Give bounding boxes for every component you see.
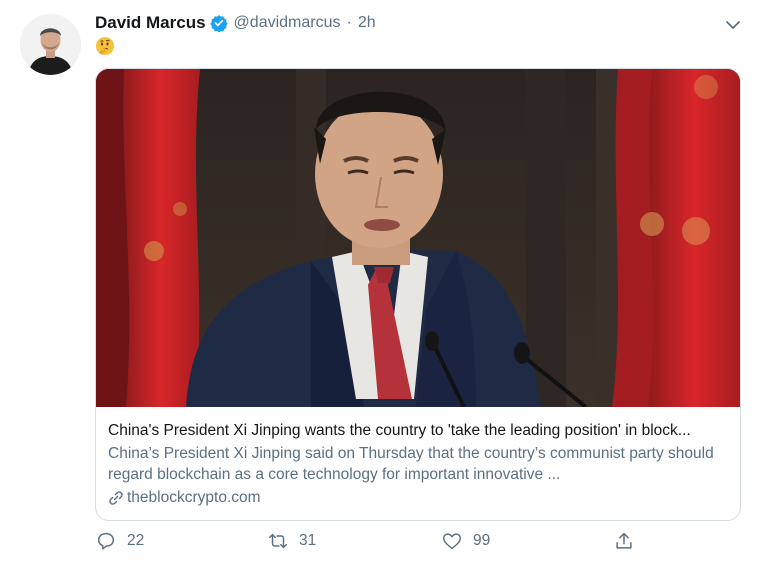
reply-count: 22 bbox=[127, 532, 145, 549]
retweet-count: 31 bbox=[299, 532, 317, 549]
author-name[interactable]: David Marcus bbox=[95, 13, 206, 33]
card-text[interactable]: China's President Xi Jinping wants the c… bbox=[108, 421, 728, 508]
avatar-image bbox=[20, 14, 81, 75]
card-image[interactable] bbox=[96, 69, 740, 407]
like-button[interactable]: 99 bbox=[441, 530, 490, 552]
tweet-actions: 22 31 99 bbox=[95, 530, 655, 558]
separator-dot: · bbox=[346, 14, 352, 31]
reply-icon bbox=[97, 532, 115, 550]
more-options-chevron-down-icon[interactable] bbox=[722, 14, 744, 36]
thinking-face-emoji bbox=[95, 36, 115, 56]
link-preview-card[interactable]: China's President Xi Jinping wants the c… bbox=[95, 68, 741, 521]
card-title[interactable]: China's President Xi Jinping wants the c… bbox=[108, 421, 728, 441]
avatar[interactable] bbox=[20, 14, 81, 75]
card-domain[interactable]: theblockcrypto.com bbox=[108, 487, 728, 508]
retweet-button[interactable]: 31 bbox=[267, 530, 316, 552]
tweet-timestamp[interactable]: 2h bbox=[358, 14, 376, 32]
author-handle[interactable]: @davidmarcus bbox=[234, 14, 341, 32]
heart-icon bbox=[443, 533, 461, 550]
verified-badge-icon bbox=[209, 14, 228, 33]
like-count: 99 bbox=[473, 532, 491, 549]
share-icon bbox=[616, 532, 632, 549]
card-description: China’s President Xi Jinping said on Thu… bbox=[108, 445, 714, 483]
share-button[interactable] bbox=[613, 530, 645, 552]
card-domain-text[interactable]: theblockcrypto.com bbox=[127, 487, 261, 508]
reply-button[interactable]: 22 bbox=[95, 530, 144, 552]
tweet-header: David Marcus @davidmarcus · 2h bbox=[95, 12, 376, 34]
retweet-icon bbox=[269, 533, 287, 549]
link-icon bbox=[109, 490, 123, 505]
